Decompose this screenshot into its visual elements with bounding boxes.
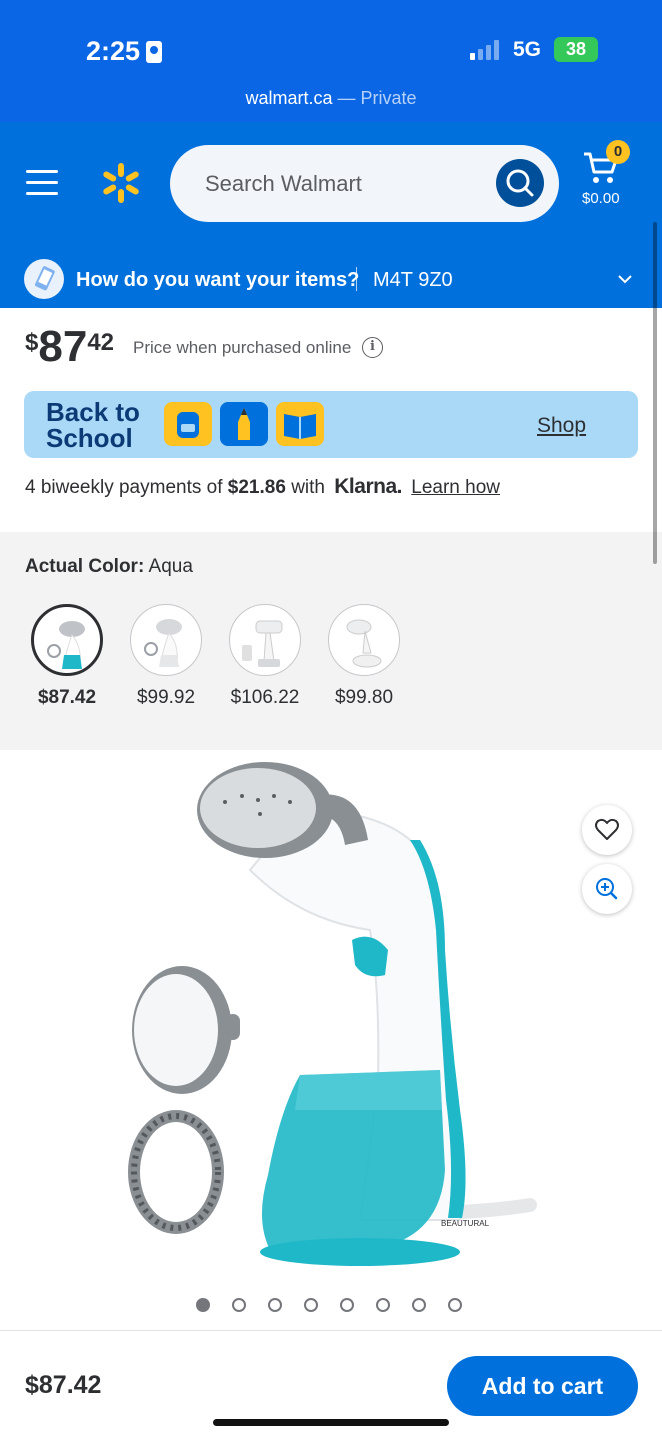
color-label: Actual Color: Aqua [25,556,193,578]
postal-code: M4T 9Z0 [373,269,453,291]
cart-count-badge: 0 [606,140,630,164]
time-text: 2:25 [86,36,141,66]
walmart-spark-logo[interactable] [100,162,142,204]
phone-delivery-icon [24,259,64,299]
pagination-dot[interactable] [340,1298,354,1312]
variant-price: $99.80 [334,687,394,708]
pagination-dot[interactable] [232,1298,246,1312]
contact-badge-icon [146,40,163,63]
variant-swatch-2[interactable] [130,604,202,676]
status-bar: 2:25 5G 38 walmart.ca — Private [0,0,662,122]
site-header: Search Walmart 0 $0.00 [0,122,662,250]
price-dollars: 87 [38,322,88,371]
pagination-dot[interactable] [448,1298,462,1312]
network-type: 5G [513,38,542,61]
variant-price: $87.42 [37,687,97,708]
price-currency: $ [25,329,39,356]
zoom-button[interactable] [582,864,632,914]
shop-link[interactable]: Shop [537,414,586,438]
color-label-title: Actual Color: [25,556,145,577]
menu-icon[interactable] [26,170,58,196]
divider [356,267,357,291]
home-indicator[interactable] [213,1419,449,1426]
variant-swatch-4[interactable] [328,604,400,676]
url-domain: walmart.ca [245,88,333,108]
pagination-dot[interactable] [268,1298,282,1312]
search-input[interactable]: Search Walmart [205,171,362,197]
klarna-payments: 4 biweekly payments of $21.86 with Klarn… [25,475,500,499]
scrollbar[interactable] [653,222,657,564]
product-image-steamer: BEAUTURAL [128,762,537,1266]
zoom-in-icon [596,878,618,900]
pencil-icon [220,402,268,446]
variant-swatch-3[interactable] [229,604,301,676]
cellular-signal-icon [470,40,499,60]
bottom-price: $87.42 [25,1371,102,1399]
book-icon [276,402,324,446]
klarna-logo: Klarna. [334,475,402,498]
search-icon [506,169,534,197]
brand-text: BEAUTURAL [441,1219,490,1228]
pagination-dot[interactable] [304,1298,318,1312]
delivery-selector[interactable]: How do you want your items? M4T 9Z0 [0,250,662,308]
product-price: $ 87 42 [25,325,114,369]
status-time: 2:25 [86,36,163,67]
cart-total: $0.00 [582,190,620,207]
product-image-gallery[interactable]: BEAUTURAL [0,750,662,1330]
pagination-dot[interactable] [412,1298,426,1312]
color-variants: Actual Color: Aqua $87.42 $99.92 $106.22… [0,532,662,750]
variant-price: $99.92 [136,687,196,708]
cart-button[interactable]: 0 $0.00 [578,140,642,216]
sticky-add-to-cart-bar: $87.42 Add to cart [0,1330,662,1440]
back-to-school-banner[interactable]: Back to School Shop [24,391,638,458]
add-to-cart-button[interactable]: Add to cart [447,1356,638,1416]
private-mode-label: — Private [337,88,417,108]
variant-swatch-aqua[interactable] [31,604,103,676]
delivery-question: How do you want your items? [76,269,360,291]
chevron-down-icon [618,275,632,284]
pagination-dot[interactable] [376,1298,390,1312]
backpack-icon [164,402,212,446]
browser-url-bar[interactable]: walmart.ca — Private [0,88,662,109]
banner-title: Back to School [46,397,140,453]
klarna-prefix: 4 biweekly payments of [25,477,223,498]
heart-icon [595,818,619,840]
price-note: Price when purchased online [133,338,352,357]
battery-level: 38 [565,39,587,59]
learn-how-link[interactable]: Learn how [411,477,500,498]
klarna-amount: $21.86 [227,477,286,498]
info-icon[interactable]: i [362,337,383,358]
image-pagination [196,1298,462,1312]
battery-indicator: 38 [554,37,598,62]
klarna-with: with [291,477,325,498]
variant-price: $106.22 [230,687,300,708]
search-bar[interactable]: Search Walmart [170,145,559,222]
pagination-dot[interactable] [196,1298,210,1312]
price-cents: 42 [87,329,115,356]
favorite-button[interactable] [582,805,632,855]
selected-color: Aqua [148,556,193,577]
search-button[interactable] [496,159,544,207]
